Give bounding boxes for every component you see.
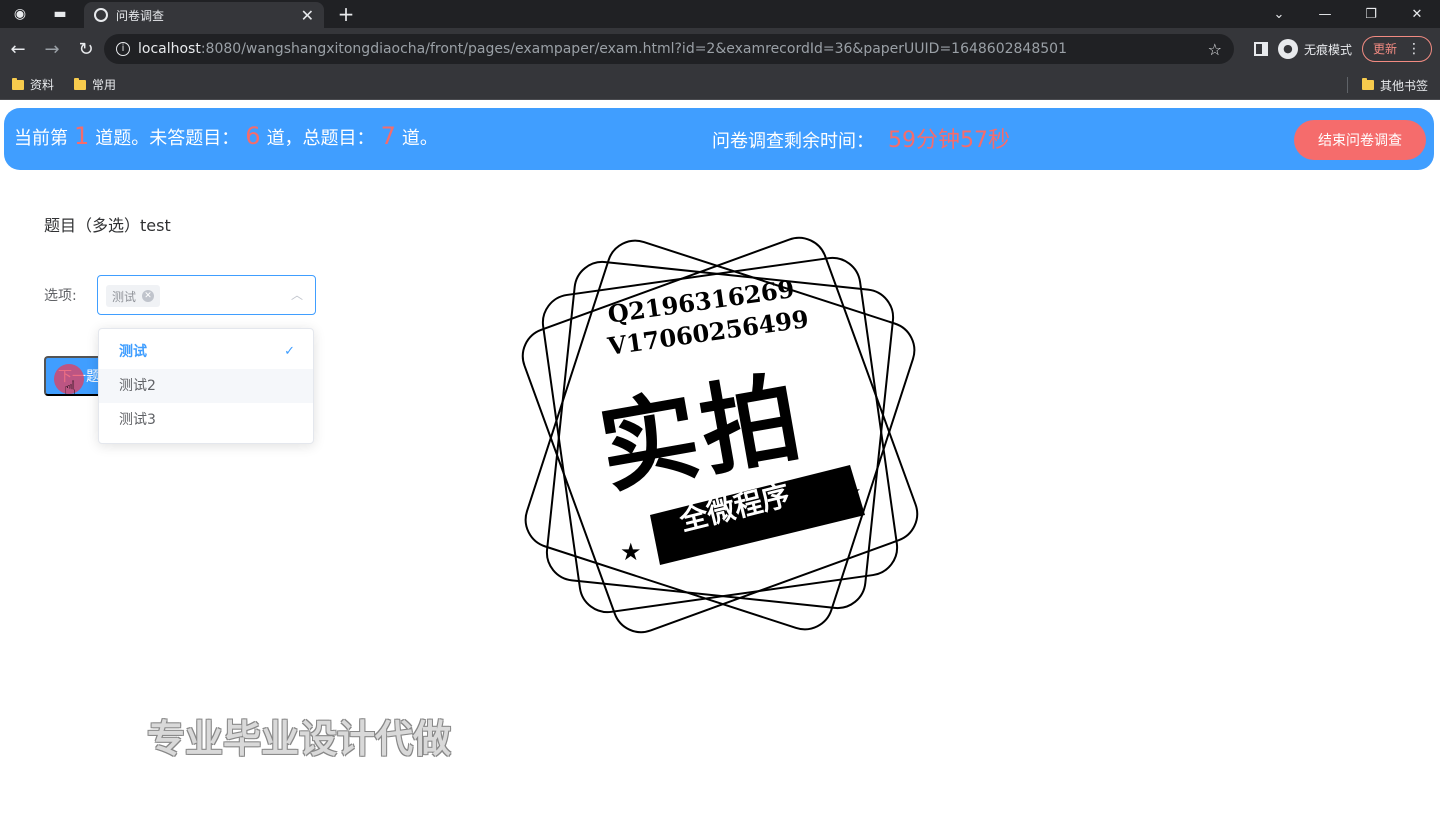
url-path: :8080/wangshangxitongdiaocha/front/pages… <box>200 41 1067 57</box>
time-label: 问卷调查剩余时间： <box>712 131 874 152</box>
tag-close-icon[interactable]: ✕ <box>142 290 155 302</box>
forward-icon[interactable]: → <box>36 33 68 65</box>
unanswered-count: 6 <box>245 122 261 150</box>
dropdown-option-label: 测试3 <box>119 412 156 428</box>
tab-strip-icon[interactable]: ▬ <box>40 0 80 28</box>
globe-icon[interactable]: ◉ <box>0 0 40 28</box>
url-host: localhost <box>138 41 201 57</box>
browser-tab-bar: ◉ ▬ 问卷调查 ✕ + ⌄ — ❐ ✕ <box>0 0 1440 28</box>
minimize-icon[interactable]: — <box>1302 0 1348 28</box>
site-info-icon[interactable]: i <box>116 42 130 56</box>
question-title: 题目（多选）test <box>44 216 171 235</box>
menu-dots-icon[interactable]: ⋮ <box>1407 37 1421 61</box>
progress-mid2: 道，总题目： <box>266 128 375 149</box>
bookmark-divider <box>1347 77 1348 93</box>
window-controls: ⌄ — ❐ ✕ <box>1256 0 1440 28</box>
progress-suffix: 道。 <box>401 128 438 149</box>
update-label: 更新 <box>1372 42 1397 56</box>
dropdown-option[interactable]: 测试3 <box>99 403 313 437</box>
back-icon[interactable]: ← <box>2 33 34 65</box>
current-question-number: 1 <box>74 122 90 150</box>
incognito-label: 无痕模式 <box>1303 42 1352 57</box>
folder-icon <box>1361 78 1374 90</box>
dropdown-option[interactable]: 测试2 <box>99 369 313 403</box>
other-bookmarks[interactable]: 其他书签 <box>1361 70 1428 100</box>
options-dropdown: 测试 ✓ 测试2 测试3 <box>98 328 314 444</box>
dropdown-option[interactable]: 测试 ✓ <box>99 335 313 369</box>
selected-tag: 测试 ✕ <box>106 285 161 307</box>
new-tab-icon[interactable]: + <box>334 2 358 26</box>
end-survey-button[interactable]: 结束问卷调查 <box>1294 120 1426 160</box>
browser-tab-active[interactable]: 问卷调查 ✕ <box>84 2 324 28</box>
folder-icon <box>12 77 24 90</box>
time-value: 59分钟57秒 <box>888 128 1010 153</box>
svg-text:★: ★ <box>620 538 642 566</box>
incognito-indicator[interactable]: ● 无痕模式 <box>1277 39 1352 59</box>
tab-search-icon[interactable]: ⌄ <box>1256 0 1302 28</box>
exam-status-bar: 当前第 1 道题。未答题目： 6 道，总题目： 7 道。 问卷调查剩余时间： 5… <box>4 108 1434 170</box>
remaining-time: 问卷调查剩余时间： 59分钟57秒 <box>712 122 1010 154</box>
progress-prefix: 当前第 <box>14 128 68 149</box>
bottom-watermark: 专业毕业设计代做 <box>147 717 452 761</box>
progress-mid1: 道题。未答题目： <box>95 128 240 149</box>
side-panel-icon[interactable] <box>1253 42 1268 56</box>
other-bookmarks-label: 其他书签 <box>1379 78 1428 93</box>
bookmark-folder-1[interactable]: 常用 <box>74 76 116 93</box>
update-button[interactable]: 更新 ⋮ <box>1361 36 1432 62</box>
option-label: 选项: <box>44 288 77 304</box>
bookmark-folder-0[interactable]: 资料 <box>12 76 54 93</box>
incognito-icon: ● <box>1277 39 1298 59</box>
tab-globe-icon <box>94 8 108 22</box>
tab-title: 问卷调查 <box>116 8 165 23</box>
hand-cursor-icon: ☝ <box>64 376 77 400</box>
question-progress: 当前第 1 道题。未答题目： 6 道，总题目： 7 道。 <box>14 122 438 150</box>
bookmarks-bar: 资料 常用 其他书签 <box>0 70 1440 100</box>
address-bar[interactable]: i localhost :8080/wangshangxitongdiaocha… <box>104 34 1234 64</box>
bookmark-label: 常用 <box>92 78 117 92</box>
toolbar-right: ● 无痕模式 更新 ⋮ <box>1253 34 1432 64</box>
selected-tag-label: 测试 <box>112 289 137 304</box>
total-count: 7 <box>380 122 396 150</box>
restore-icon[interactable]: ❐ <box>1348 0 1394 28</box>
bookmark-label: 资料 <box>30 78 55 92</box>
reload-icon[interactable]: ↻ <box>70 33 102 65</box>
bookmark-star-icon[interactable]: ☆ <box>1208 40 1222 59</box>
svg-text:★: ★ <box>840 478 862 506</box>
check-icon: ✓ <box>284 344 295 359</box>
dropdown-option-label: 测试 <box>119 344 147 360</box>
close-tab-icon[interactable]: ✕ <box>301 6 314 25</box>
folder-icon <box>74 77 87 90</box>
dropdown-option-label: 测试2 <box>119 378 156 394</box>
browser-toolbar: ← → ↻ i localhost :8080/wangshangxitongd… <box>0 28 1440 70</box>
options-multiselect[interactable]: 测试 ✕ ︿ <box>97 275 316 315</box>
chevron-up-icon[interactable]: ︿ <box>291 286 303 303</box>
close-window-icon[interactable]: ✕ <box>1394 0 1440 28</box>
